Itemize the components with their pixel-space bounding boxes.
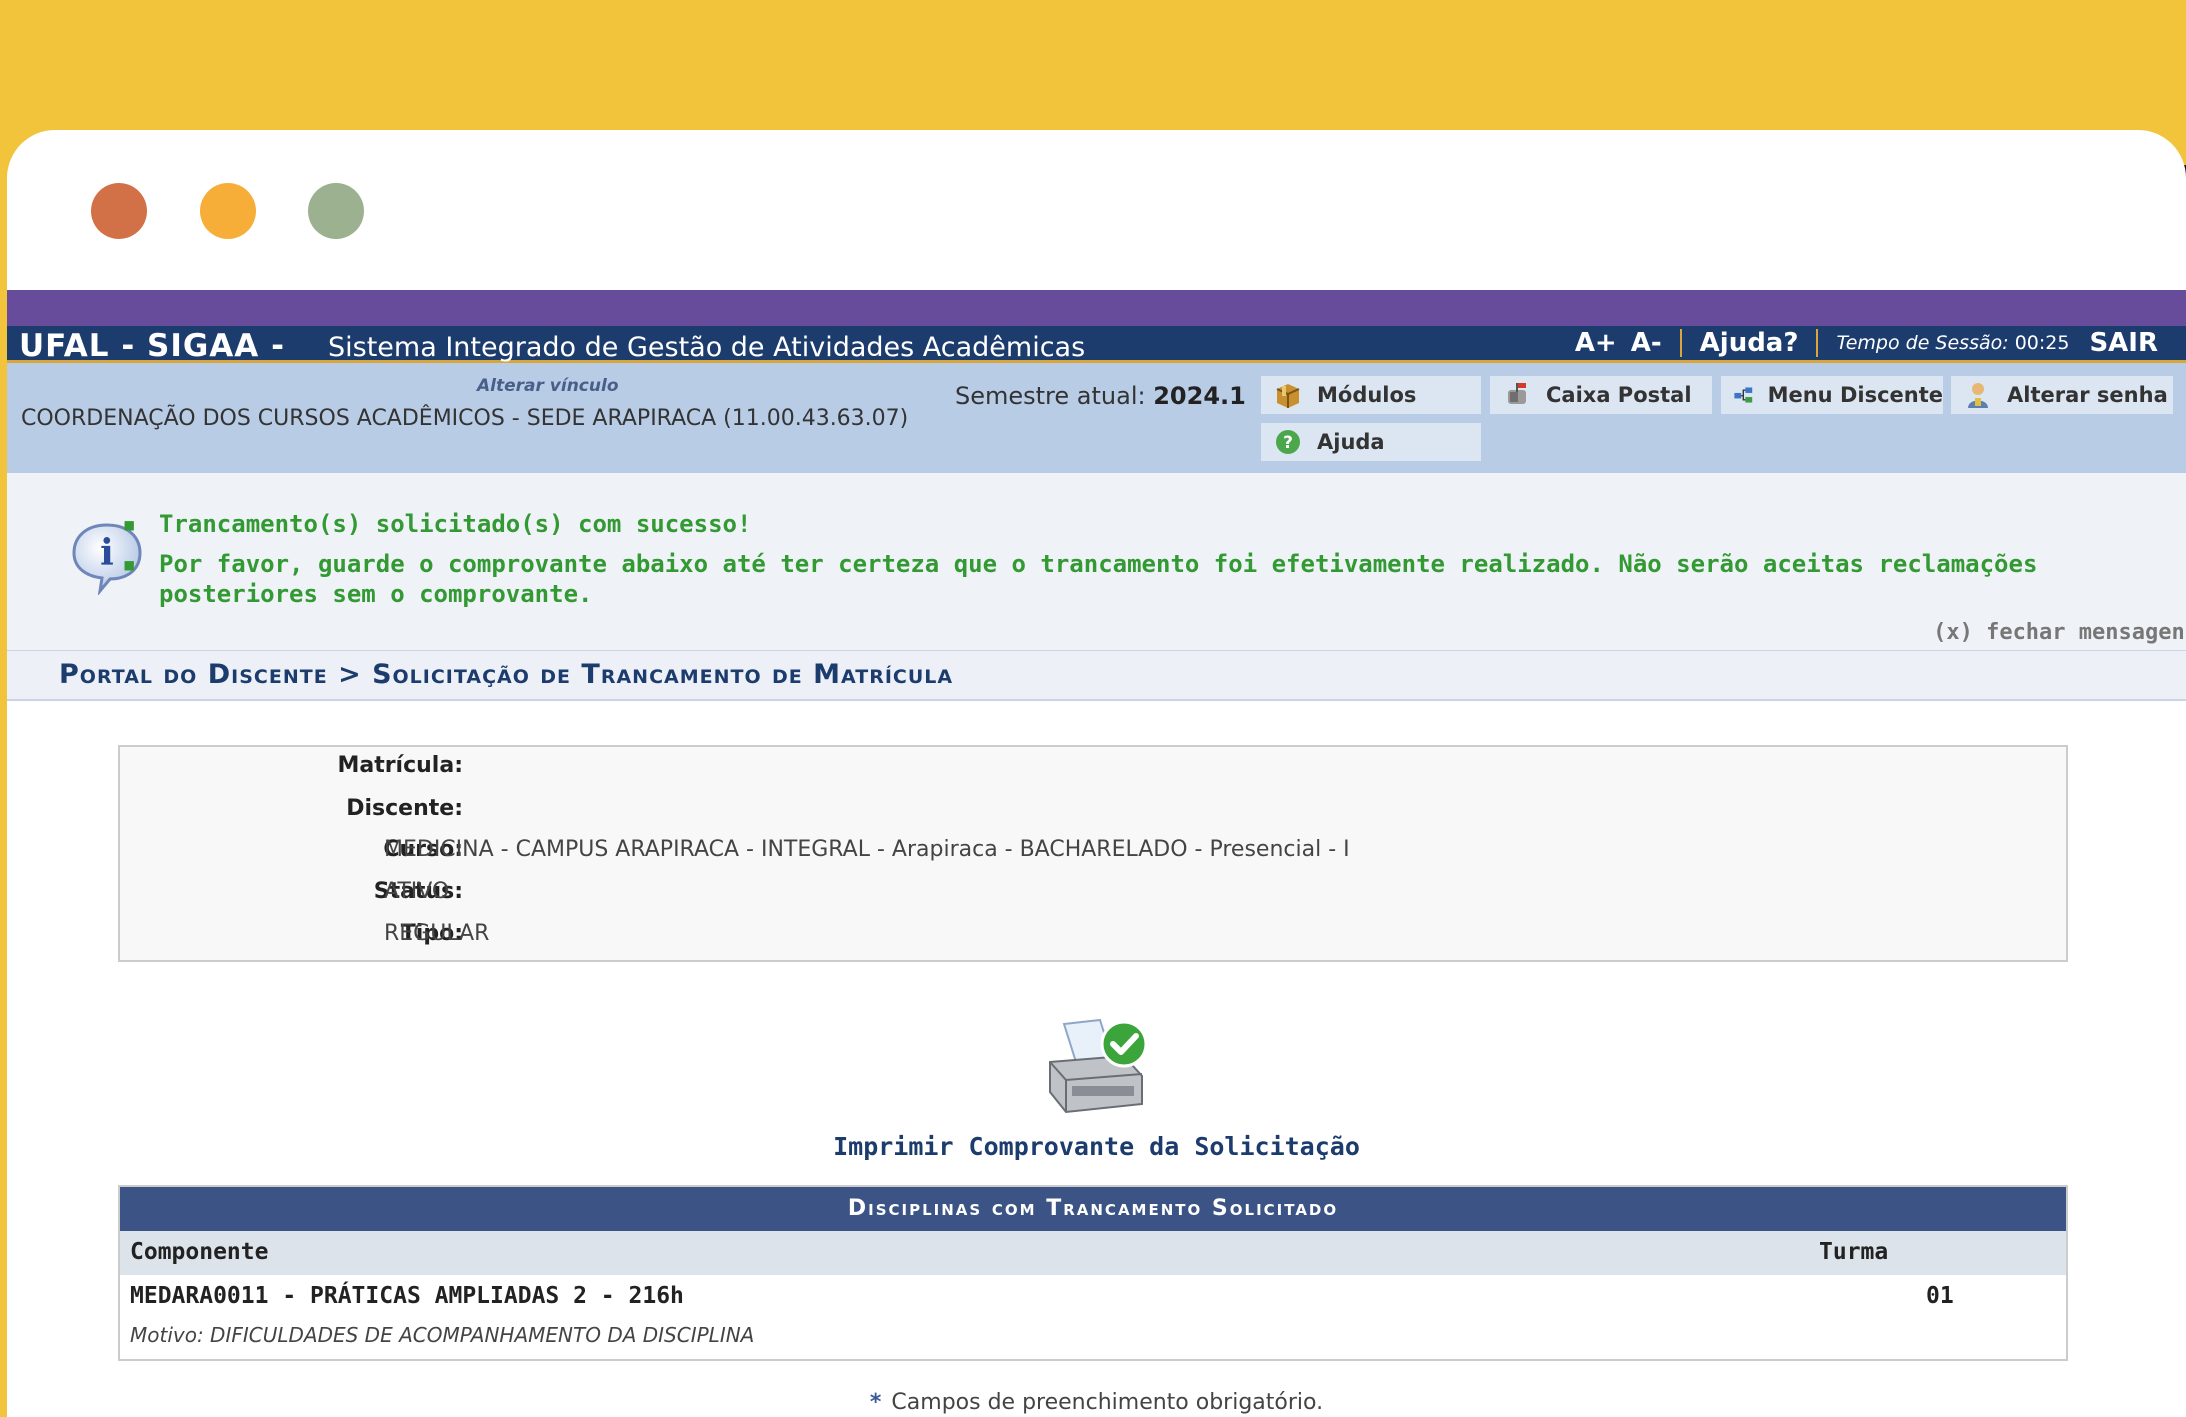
mailbox-label: Caixa Postal — [1546, 383, 1692, 407]
field-matricula: Matrícula: — [120, 753, 2066, 791]
user-key-icon — [1968, 383, 1988, 408]
system-header: UFAL - SIGAA - Sistema Integrado de Gest… — [7, 326, 2186, 364]
print-receipt-link[interactable]: Imprimir Comprovante da Solicitação — [833, 1132, 1360, 1161]
close-messages-link[interactable]: (x) fechar mensagens — [1933, 620, 2186, 645]
logout-link[interactable]: SAIR — [2089, 328, 2158, 358]
modules-button[interactable]: Módulos — [1261, 376, 1481, 414]
sitemap-icon — [1734, 387, 1753, 403]
change-password-button[interactable]: Alterar senha — [1951, 376, 2173, 414]
message-area: i Trancamento(s) solicitado(s) com suces… — [7, 473, 2186, 651]
mailbox-icon — [1508, 383, 1526, 404]
table-caption: Disciplinas com Trancamento Solicitado — [120, 1187, 2066, 1231]
header-actions: A+ A- Ajuda? Tempo de Sessão: 00:25 SAIR — [1575, 328, 2158, 358]
semester-value: 2024.1 — [1153, 382, 1246, 410]
mailbox-button[interactable]: Caixa Postal — [1490, 376, 1712, 414]
box-icon — [1276, 384, 1300, 408]
table-row: MEDARA0011 - PRÁTICAS AMPLIADAS 2 - 216h… — [120, 1275, 2066, 1359]
reason-text: Motivo: DIFICULDADES DE ACOMPANHAMENTO D… — [130, 1323, 755, 1347]
success-message: Trancamento(s) solicitado(s) com sucesso… — [122, 509, 2066, 539]
modules-label: Módulos — [1317, 383, 1417, 407]
class-code: 01 — [1926, 1283, 1954, 1309]
svg-text:?: ? — [1283, 433, 1293, 453]
matricula-label: Matrícula: — [337, 753, 463, 778]
status-value: ATIVO — [384, 879, 450, 904]
minimize-window-dot[interactable] — [200, 183, 256, 239]
breadcrumb: Portal do Discente > Solicitação de Tran… — [7, 651, 2186, 701]
column-header-component: Componente — [130, 1239, 269, 1265]
close-window-dot[interactable] — [91, 183, 147, 239]
message-list: Trancamento(s) solicitado(s) com sucesso… — [122, 509, 2066, 621]
student-info-box: Matrícula: Discente: Curso: MEDICINA - C… — [118, 745, 2068, 962]
change-password-label: Alterar senha — [2007, 383, 2168, 407]
print-receipt-area: Imprimir Comprovante da Solicitação — [7, 1018, 2186, 1161]
component-name: MEDARA0011 - PRÁTICAS AMPLIADAS 2 - 216h — [130, 1283, 684, 1309]
column-header-class: Turma — [1819, 1239, 1889, 1265]
help-button[interactable]: ? Ajuda — [1261, 423, 1481, 461]
session-label: Tempo de Sessão: — [1836, 332, 2009, 354]
svg-text:i: i — [100, 532, 114, 574]
maximize-window-dot[interactable] — [308, 183, 364, 239]
session-timer: Tempo de Sessão: 00:25 — [1836, 332, 2069, 354]
required-text: Campos de preenchimento obrigatório. — [891, 1390, 1324, 1415]
current-semester: Semestre atual: 2024.1 — [955, 382, 1246, 410]
semester-label: Semestre atual: — [955, 382, 1146, 410]
student-menu-label: Menu Discente — [1767, 383, 1943, 407]
help-link[interactable]: Ajuda? — [1700, 328, 1799, 358]
session-time: 00:25 — [2014, 332, 2070, 354]
unit-name: COORDENAÇÃO DOS CURSOS ACADÊMICOS - SEDE… — [21, 406, 909, 431]
header-separator — [1816, 329, 1819, 357]
user-info-bar: Alterar vínculo COORDENAÇÃO DOS CURSOS A… — [7, 363, 2186, 473]
field-curso: Curso: MEDICINA - CAMPUS ARAPIRACA - INT… — [120, 837, 2066, 875]
field-discente: Discente: — [120, 796, 2066, 834]
font-increase-button[interactable]: A+ — [1575, 328, 1617, 358]
page-title: Portal do Discente > Solicitação de Tran… — [59, 659, 954, 690]
header-separator — [1679, 329, 1682, 357]
field-tipo: Tipo: REGULAR — [120, 921, 2066, 959]
student-menu-button[interactable]: Menu Discente — [1721, 376, 1943, 414]
help-circle-icon: ? — [1276, 430, 1300, 454]
top-purple-strip — [7, 290, 2186, 326]
tipo-value: REGULAR — [384, 921, 490, 946]
curso-value: MEDICINA - CAMPUS ARAPIRACA - INTEGRAL -… — [384, 837, 1350, 862]
required-star-icon: * — [869, 1390, 882, 1415]
required-fields-note: * Campos de preenchimento obrigatório. — [7, 1390, 2186, 1415]
field-status: Status: ATIVO — [120, 879, 2066, 917]
system-acronym: UFAL - SIGAA - — [19, 328, 285, 364]
requested-courses-table: Disciplinas com Trancamento Solicitado C… — [118, 1185, 2068, 1361]
font-decrease-button[interactable]: A- — [1631, 328, 1662, 358]
table-header: Componente Turma — [120, 1231, 2066, 1275]
change-link[interactable]: Alterar vínculo — [477, 376, 619, 396]
system-name: Sistema Integrado de Gestão de Atividade… — [328, 332, 1086, 363]
reminder-message: Por favor, guarde o comprovante abaixo a… — [122, 549, 2066, 609]
printer-check-icon[interactable] — [1042, 1018, 1152, 1122]
help-label: Ajuda — [1317, 430, 1385, 454]
discente-label: Discente: — [346, 796, 463, 821]
